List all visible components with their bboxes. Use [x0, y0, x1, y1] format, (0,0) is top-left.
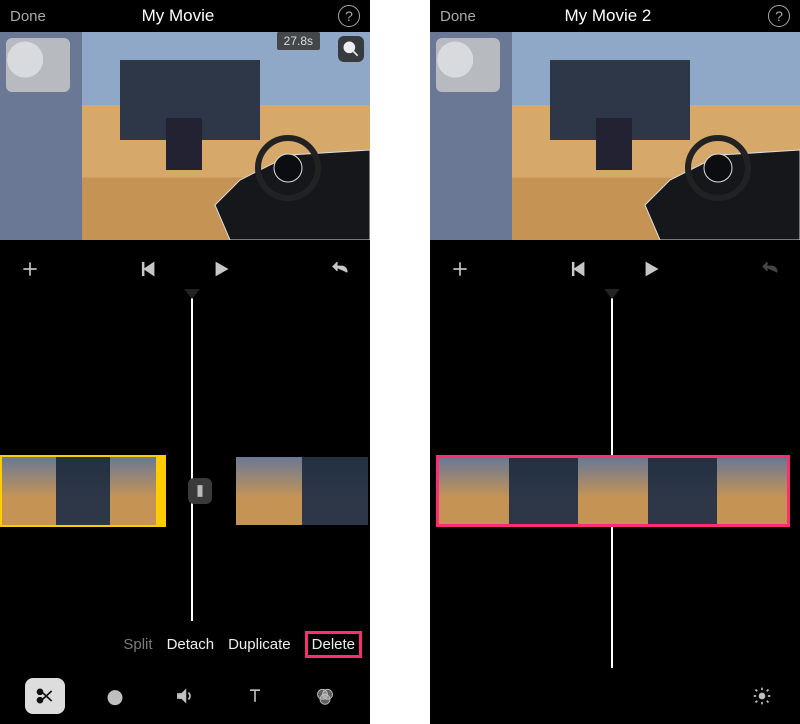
undo-button [758, 257, 782, 281]
split-action[interactable]: Split [123, 636, 152, 653]
timeline-clip[interactable] [0, 455, 166, 527]
scissors-tool[interactable] [25, 678, 65, 714]
preview-content [0, 32, 370, 240]
help-icon[interactable]: ? [338, 5, 360, 27]
skip-back-button[interactable] [137, 257, 161, 281]
timeline-clip[interactable] [234, 455, 370, 527]
volume-tool[interactable] [165, 678, 205, 714]
filters-tool[interactable] [305, 678, 345, 714]
clip-row [0, 452, 370, 530]
add-media-button[interactable] [18, 257, 42, 281]
header: Done My Movie 2 ? [430, 0, 800, 32]
project-title: My Movie [18, 6, 338, 26]
settings-gear-icon[interactable] [742, 678, 782, 714]
edit-toolbar [430, 668, 800, 724]
play-button[interactable] [639, 257, 663, 281]
clip-row [430, 452, 800, 530]
skip-back-button[interactable] [567, 257, 591, 281]
timeline[interactable] [430, 298, 800, 668]
play-button[interactable] [209, 257, 233, 281]
help-icon[interactable]: ? [768, 5, 790, 27]
video-preview[interactable] [430, 32, 800, 240]
detach-action[interactable]: Detach [167, 636, 215, 653]
imovie-editor-left: Done My Movie ? 27.8s [0, 0, 370, 724]
timeline-clip-highlighted[interactable] [436, 455, 790, 527]
weapon-overlay [170, 120, 370, 240]
speed-tool[interactable] [95, 678, 135, 714]
titles-tool[interactable] [235, 678, 275, 714]
add-media-button[interactable] [448, 257, 472, 281]
video-preview[interactable]: 27.8s [0, 32, 370, 240]
imovie-editor-right: Done My Movie 2 ? [430, 0, 800, 724]
edit-toolbar [0, 668, 370, 724]
transition-chip[interactable] [188, 478, 212, 504]
clip-action-menu: Split Detach Duplicate Delete [119, 621, 366, 668]
delete-action[interactable]: Delete [305, 631, 362, 658]
undo-button[interactable] [328, 257, 352, 281]
header: Done My Movie ? [0, 0, 370, 32]
time-remaining-badge: 27.8s [277, 32, 320, 50]
project-title: My Movie 2 [448, 6, 768, 26]
zoom-icon[interactable] [338, 36, 364, 62]
duplicate-action[interactable]: Duplicate [228, 636, 291, 653]
preview-content [430, 32, 800, 240]
weapon-overlay [600, 120, 800, 240]
timeline[interactable]: Split Detach Duplicate Delete [0, 298, 370, 668]
